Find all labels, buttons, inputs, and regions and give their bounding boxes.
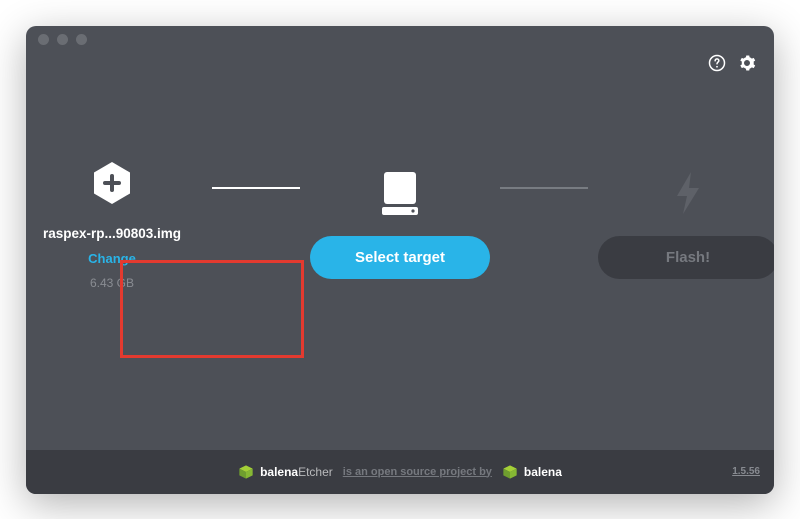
select-target-button[interactable]: Select target xyxy=(310,236,490,279)
help-icon[interactable] xyxy=(708,54,726,77)
brand-etcher[interactable]: balenaEtcher xyxy=(238,464,333,480)
plus-hexagon-icon xyxy=(89,156,135,210)
flash-icon xyxy=(673,166,703,220)
gear-icon[interactable] xyxy=(738,54,756,77)
cube-icon xyxy=(238,464,254,480)
footer-tagline[interactable]: is an open source project by xyxy=(343,466,492,478)
step-target: Select target xyxy=(300,166,500,279)
mac-titlebar xyxy=(26,26,774,54)
main-content: raspex-rp...90803.img Change 6.43 GB Sel… xyxy=(26,54,774,450)
window-zoom-dot[interactable] xyxy=(76,34,87,45)
flash-button: Flash! xyxy=(598,236,774,279)
cube-icon xyxy=(502,464,518,480)
version-label[interactable]: 1.5.56 xyxy=(732,466,760,477)
app-window: raspex-rp...90803.img Change 6.43 GB Sel… xyxy=(26,26,774,494)
brand-balena-text: balena xyxy=(524,465,562,479)
topright-controls xyxy=(708,54,756,77)
step-image: raspex-rp...90803.img Change 6.43 GB xyxy=(26,156,212,290)
footer-bar: balenaEtcher is an open source project b… xyxy=(26,450,774,494)
step-flash: Flash! xyxy=(588,166,774,279)
image-filesize: 6.43 GB xyxy=(90,276,134,290)
brand-balena[interactable]: balena xyxy=(502,464,562,480)
steps-row: raspex-rp...90803.img Change 6.43 GB Sel… xyxy=(26,156,774,290)
image-filename: raspex-rp...90803.img xyxy=(43,226,181,241)
connector-1 xyxy=(212,187,300,189)
brand-etcher-text: balenaEtcher xyxy=(260,465,333,479)
connector-2 xyxy=(500,187,588,189)
change-image-link[interactable]: Change xyxy=(88,251,136,266)
window-minimize-dot[interactable] xyxy=(57,34,68,45)
drive-icon xyxy=(380,166,420,220)
window-close-dot[interactable] xyxy=(38,34,49,45)
